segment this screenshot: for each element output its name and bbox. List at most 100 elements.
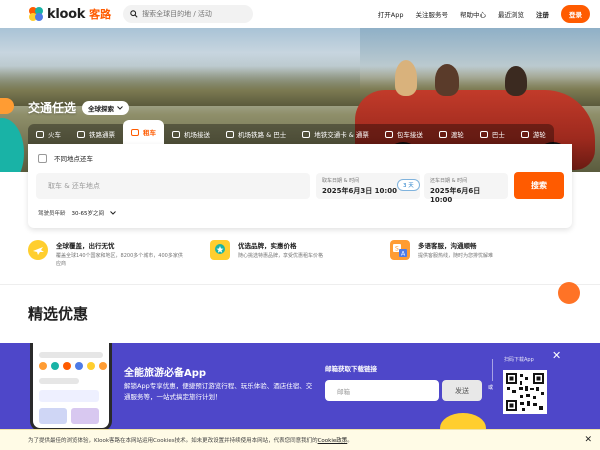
region-selector[interactable]: 全球探索	[82, 100, 130, 115]
top-header: klook 客路 搜索全球目的地 / 活动 打开App 关注服务号 帮助中心 最…	[0, 0, 600, 28]
app-phone-mockup	[30, 343, 112, 431]
login-button[interactable]: 登录	[561, 5, 590, 23]
driver-age-label: 驾驶员年龄	[38, 211, 66, 217]
hero-title-row: 交通任选 全球探索	[28, 99, 130, 116]
tab-label: 机场接送	[184, 131, 210, 139]
deals-section-title: 精选优惠	[28, 305, 89, 323]
klook-logo-icon	[28, 6, 44, 22]
ferry-icon	[438, 130, 447, 138]
tab-label: 包车接送	[396, 131, 423, 139]
car-icon	[131, 128, 139, 136]
tab-label: 地铁交通卡 & 通票	[314, 131, 369, 139]
tab-rail-pass[interactable]: 铁路通票	[69, 124, 123, 144]
tab-ferry[interactable]: 渡轮	[430, 124, 472, 144]
feature-global-coverage: 全球覆盖，出行无忧 覆盖全球140个国家和地区，8200多个城市，400多家供应…	[28, 240, 210, 268]
location-placeholder: 取车 & 还车地点	[48, 182, 100, 190]
driver-age-value: 30-65岁之间	[71, 211, 104, 217]
email-label: 邮箱获取下载链接	[325, 365, 377, 373]
close-icon[interactable]: ✕	[584, 435, 592, 445]
tab-charter[interactable]: 包车接送	[376, 124, 431, 144]
hero-title: 交通任选	[28, 101, 77, 115]
section-divider	[0, 284, 600, 285]
search-button[interactable]: 搜索	[514, 172, 564, 199]
tab-airport-transfer[interactable]: 机场接送	[164, 124, 218, 144]
close-icon[interactable]: ✕	[552, 349, 561, 362]
tab-label: 游轮	[532, 131, 546, 139]
nav-follow-account[interactable]: 关注服务号	[416, 9, 449, 19]
feature-title: 全球覆盖，出行无忧	[56, 242, 115, 250]
tab-car-rental[interactable]: 租车	[123, 120, 164, 144]
rental-days-badge: 3 天	[397, 179, 420, 191]
email-placeholder: 邮箱	[337, 387, 350, 396]
search-placeholder: 搜索全球目的地 / 活动	[142, 10, 212, 18]
floating-action-button[interactable]	[558, 282, 580, 304]
cookie-notice: 为了提供最佳的浏览体验，Klook客路在本网站运用Cookies技术。如未更改设…	[0, 429, 600, 450]
search-icon	[130, 10, 138, 18]
promo-title: 全能旅游必备App	[124, 368, 207, 379]
nav-open-app[interactable]: 打开App	[378, 9, 404, 19]
different-location-label: 不同地点还车	[54, 155, 93, 163]
feature-title: 多语客服，沟通顺畅	[418, 242, 477, 250]
search-input[interactable]: 搜索全球目的地 / 活动	[123, 5, 254, 23]
chevron-down-icon	[117, 105, 123, 110]
charter-car-icon	[384, 130, 393, 138]
send-button[interactable]: 发送	[442, 380, 482, 401]
feature-desc: 提供客服热线，随时为您排忧解难	[418, 253, 494, 259]
header-nav: 打开App 关注服务号 帮助中心 最近浏览 注册 登录	[378, 5, 590, 23]
brand-name-cn: 客路	[89, 8, 112, 21]
tab-train[interactable]: 火车	[28, 124, 69, 144]
metro-card-icon	[302, 130, 311, 138]
email-input[interactable]: 邮箱	[325, 380, 439, 401]
cookie-policy-link[interactable]: Cookie政策	[318, 436, 348, 444]
return-label: 还车日期 & 时间	[430, 178, 468, 184]
tab-bus[interactable]: 巴士	[471, 124, 513, 144]
feature-title: 优选品牌，实惠价格	[238, 242, 297, 250]
different-location-checkbox[interactable]	[38, 153, 47, 163]
or-label: 或	[488, 385, 494, 391]
return-datetime-field[interactable]: 还车日期 & 时间 2025年6月6日 10:00	[424, 173, 508, 204]
svg-text:S: S	[395, 246, 399, 253]
tab-label: 巴士	[491, 131, 505, 139]
nav-register[interactable]: 注册	[536, 9, 549, 19]
klook-logo[interactable]: klook 客路	[28, 6, 111, 22]
nav-recently-viewed[interactable]: 最近浏览	[498, 9, 524, 19]
tab-label: 火车	[48, 131, 61, 139]
chevron-down-icon	[110, 211, 116, 215]
cookie-text: 为了提供最佳的浏览体验，Klook客路在本网站运用Cookies技术。如未更改设…	[28, 438, 318, 444]
feature-desc: 覆盖全球140个国家和地区，8200多个城市，400多家供应商	[56, 253, 183, 267]
different-location-option[interactable]: 不同地点还车	[38, 153, 93, 163]
qr-label: 扫码下载App	[504, 357, 534, 363]
brand-name: klook	[47, 6, 86, 22]
feature-highlights: 全球覆盖，出行无忧 覆盖全球140个国家和地区，8200多个城市，400多家供应…	[28, 240, 572, 268]
tab-airport-rail-bus[interactable]: 机场铁路 & 巴士	[218, 124, 295, 144]
train-icon	[36, 130, 44, 138]
feature-brands: 优选品牌，实惠价格 随心挑选特惠品牌，享受优惠租车价格	[210, 240, 392, 268]
transport-tabs: 火车 铁路通票 租车 机场接送 机场铁路 & 巴士 地铁交通卡 & 通票 包车接…	[28, 120, 572, 144]
location-input[interactable]: 取车 & 还车地点	[36, 173, 310, 199]
vertical-divider	[492, 359, 493, 381]
tab-cruise[interactable]: 游轮	[512, 124, 554, 144]
region-selector-label: 全球探索	[88, 104, 115, 113]
globe-plane-icon	[28, 240, 48, 260]
car-rental-search-panel: 不同地点还车 取车 & 还车地点 取车日期 & 时间 2025年6月3日 10:…	[28, 144, 572, 228]
translate-icon: SA	[390, 240, 410, 260]
airport-rail-icon	[226, 130, 234, 138]
airport-car-icon	[172, 130, 180, 138]
tab-label: 机场铁路 & 巴士	[238, 131, 287, 139]
feature-desc: 随心挑选特惠品牌，享受优惠租车价格	[238, 253, 324, 259]
feature-support: SA 多语客服，沟通顺畅 提供客服热线，随时为您排忧解难	[390, 240, 572, 268]
cookie-text-end: 。	[347, 438, 353, 444]
return-value: 2025年6月6日 10:00	[430, 187, 481, 204]
award-badge-icon	[210, 240, 230, 260]
decor-orange-shape	[0, 98, 14, 114]
qr-code	[503, 370, 547, 414]
decor-teal-shape	[0, 118, 24, 172]
driver-age-selector[interactable]: 驾驶员年龄 30-65岁之间	[38, 209, 116, 217]
promo-desc: 解锁App专享优惠，便捷预订游览行程、玩乐体验、酒店住宿、交通服务等，一站式搞定…	[124, 382, 313, 402]
bus-icon	[479, 130, 488, 138]
tab-label: 租车	[143, 129, 156, 137]
nav-help-center[interactable]: 帮助中心	[460, 9, 486, 19]
tab-label: 渡轮	[450, 131, 464, 139]
cruise-icon	[520, 130, 529, 138]
tab-metro-card[interactable]: 地铁交通卡 & 通票	[294, 124, 377, 144]
